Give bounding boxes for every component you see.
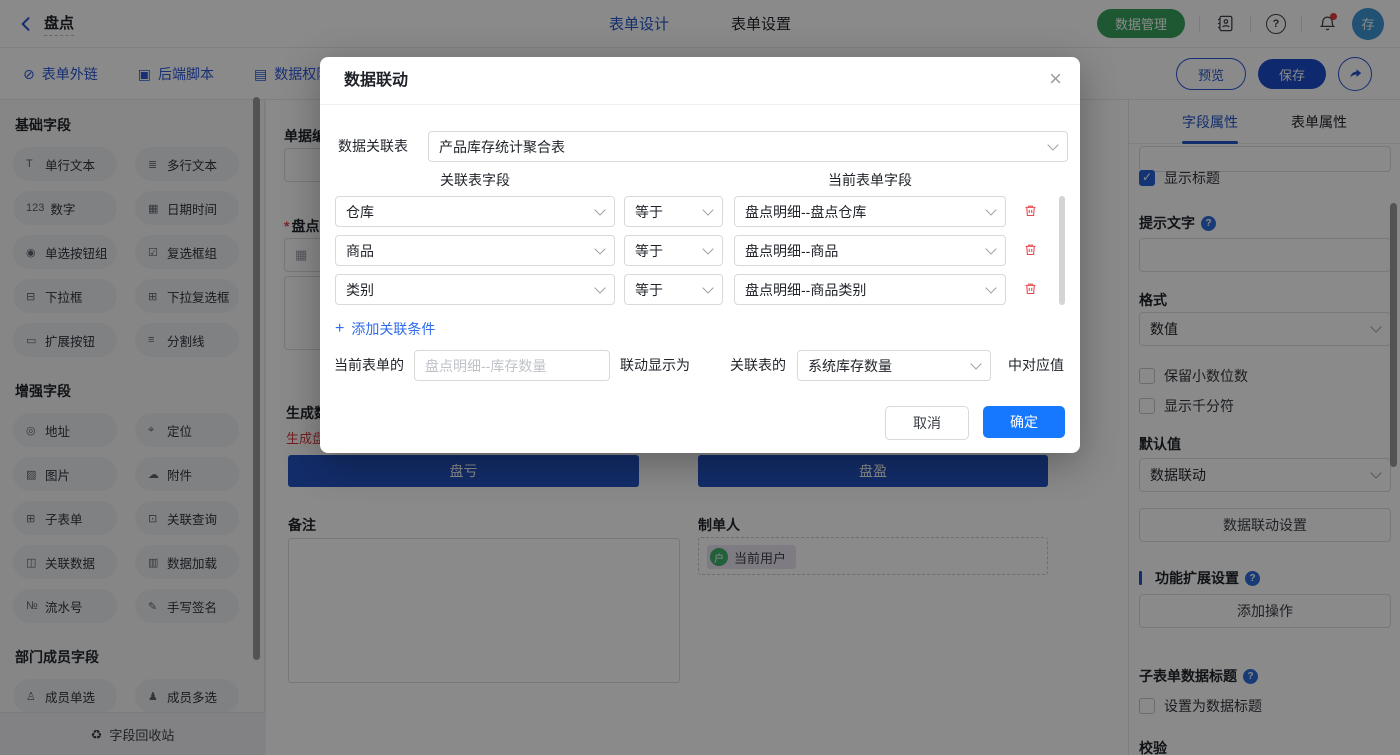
chevron-down-icon [702, 204, 713, 215]
condition-row: 商品等于盘点明细--商品 [335, 235, 1065, 266]
current-form-field-select[interactable]: 盘点明细--商品 [734, 235, 1006, 266]
chevron-down-icon [985, 282, 996, 293]
current-form-field-select[interactable]: 盘点明细--盘点仓库 [734, 196, 1006, 227]
delete-condition-button[interactable] [1023, 242, 1038, 262]
related-field-select[interactable]: 系统库存数量 [797, 350, 991, 381]
conditions-scrollbar[interactable] [1059, 196, 1065, 305]
close-icon[interactable]: × [1049, 65, 1062, 93]
condition-row: 仓库等于盘点明细--盘点仓库 [335, 196, 1065, 227]
chevron-down-icon [594, 243, 605, 254]
chevron-down-icon [985, 204, 996, 215]
trash-icon [1023, 281, 1038, 296]
chevron-down-icon [970, 358, 981, 369]
trash-icon [1023, 242, 1038, 257]
current-form-label: 当前表单的 [334, 350, 404, 381]
modal-header: 数据联动 × [320, 57, 1080, 105]
related-table-field-select[interactable]: 仓库 [335, 196, 615, 227]
linked-table-label: 数据关联表 [338, 131, 408, 162]
related-table-label: 关联表的 [730, 350, 786, 381]
cancel-button[interactable]: 取消 [885, 406, 969, 440]
trash-icon [1023, 203, 1038, 218]
data-linkage-modal: 数据联动 × 数据关联表 产品库存统计聚合表 关联表字段 当前表单字段 仓库等于… [320, 57, 1080, 453]
add-condition-link[interactable]: + 添加关联条件 [335, 319, 435, 339]
operator-select[interactable]: 等于 [624, 196, 723, 227]
chevron-down-icon [985, 243, 996, 254]
confirm-button[interactable]: 确定 [983, 406, 1065, 438]
operator-select[interactable]: 等于 [624, 274, 723, 305]
column-header-right: 当前表单字段 [734, 170, 1006, 190]
display-as-label: 联动显示为 [620, 350, 690, 381]
related-table-field-select[interactable]: 类别 [335, 274, 615, 305]
chevron-down-icon [1047, 139, 1058, 150]
chevron-down-icon [702, 282, 713, 293]
current-field-input[interactable]: 盘点明细--库存数量 [414, 350, 610, 381]
operator-select[interactable]: 等于 [624, 235, 723, 266]
chevron-down-icon [594, 282, 605, 293]
form-designer-app: 盘点 表单设计 表单设置 数据管理 ? 存 ⊘表单外链▣后端脚本▤数据权限 预览 [0, 0, 1400, 755]
related-table-field-select[interactable]: 商品 [335, 235, 615, 266]
chevron-down-icon [702, 243, 713, 254]
current-form-field-select[interactable]: 盘点明细--商品类别 [734, 274, 1006, 305]
chevron-down-icon [594, 204, 605, 215]
modal-title: 数据联动 [344, 57, 408, 104]
column-header-left: 关联表字段 [335, 170, 615, 190]
linkage-mapping-row: 当前表单的 盘点明细--库存数量 联动显示为 关联表的 系统库存数量 中对应值 [335, 350, 1065, 381]
condition-rows: 仓库等于盘点明细--盘点仓库商品等于盘点明细--商品类别等于盘点明细--商品类别 [335, 196, 1065, 313]
linked-table-select[interactable]: 产品库存统计聚合表 [428, 131, 1068, 162]
delete-condition-button[interactable] [1023, 203, 1038, 223]
condition-row: 类别等于盘点明细--商品类别 [335, 274, 1065, 305]
value-suffix-label: 中对应值 [1008, 350, 1064, 381]
delete-condition-button[interactable] [1023, 281, 1038, 301]
plus-icon: + [335, 322, 344, 336]
